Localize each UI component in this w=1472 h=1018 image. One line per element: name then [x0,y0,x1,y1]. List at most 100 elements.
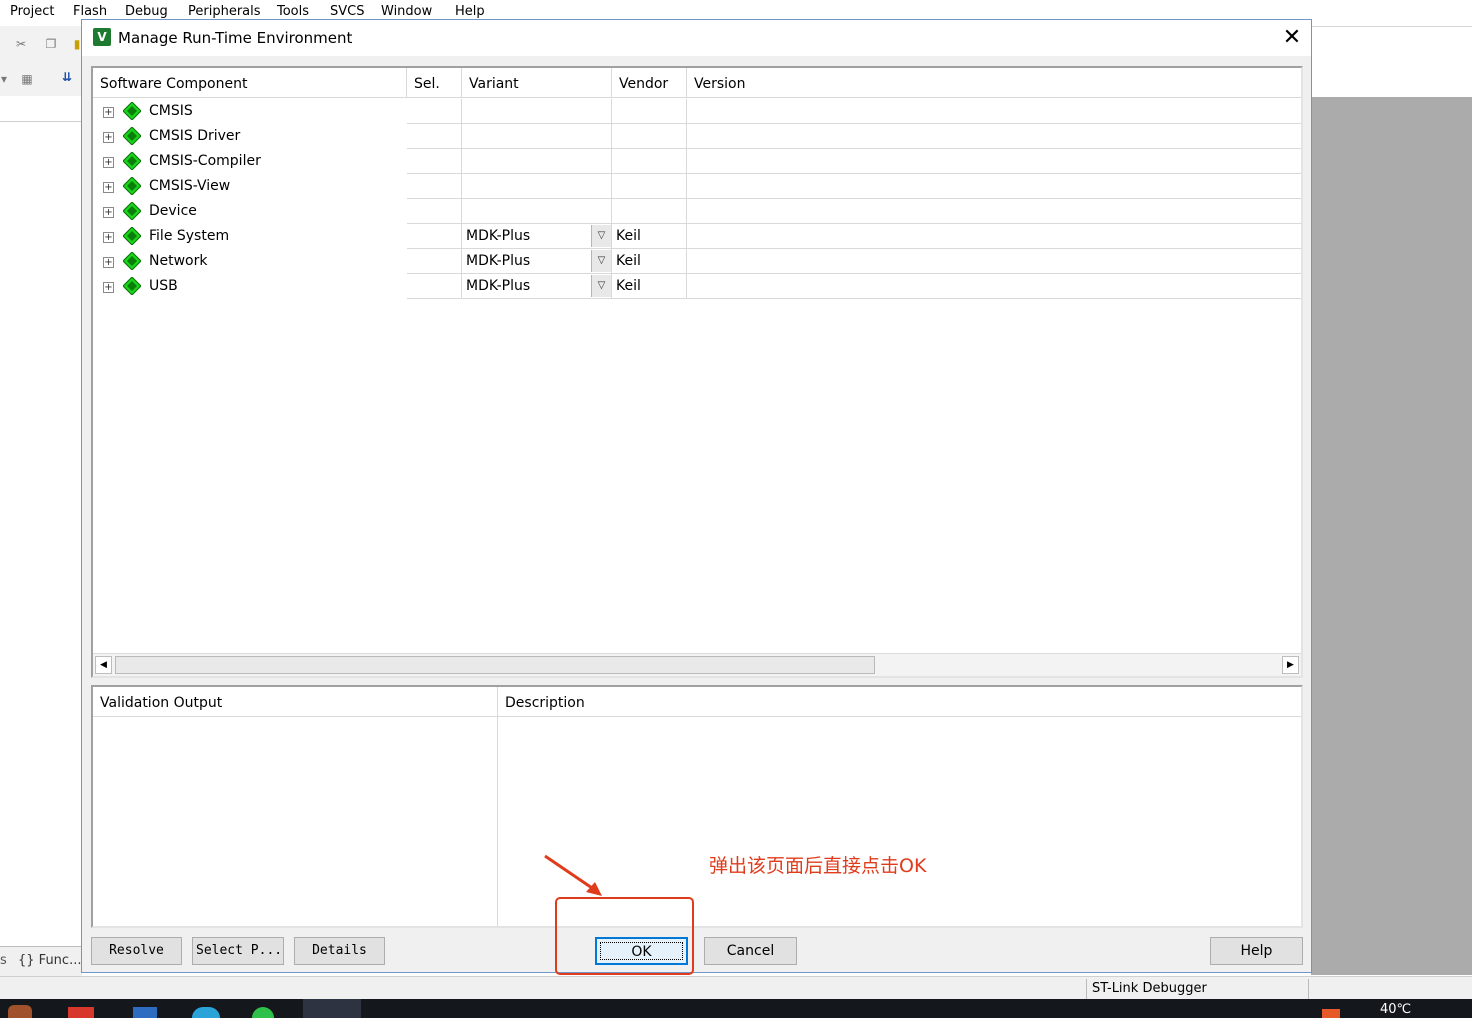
chevron-down-icon[interactable]: ▽ [591,250,611,272]
variant-value: MDK-Plus [466,253,531,269]
horizontal-scrollbar[interactable]: ◀ ▶ [93,653,1301,676]
expand-icon[interactable]: + [103,207,114,218]
taskbar-browser-icon[interactable] [192,1007,220,1018]
vendor-cell [612,199,687,224]
variant-combo[interactable]: MDK-Plus ▽ [462,224,612,249]
chevron-down-icon[interactable]: ▽ [591,225,611,247]
details-button[interactable]: Details [294,937,385,965]
taskbar-app-icon[interactable] [68,1007,94,1018]
version-cell [687,274,1301,299]
sel-cell[interactable] [407,274,462,299]
vendor-cell [612,124,687,149]
component-name: File System [149,228,230,244]
table-row[interactable]: + CMSIS Driver [93,124,1301,149]
menu-window[interactable]: Window [381,4,432,19]
expand-icon[interactable]: + [103,182,114,193]
table-row[interactable]: + CMSIS-View [93,174,1301,199]
manage-rte-dialog: V Manage Run-Time Environment ✕ Software… [81,19,1312,973]
vendor-cell [612,174,687,199]
taskbar-app-icon[interactable] [133,1007,157,1018]
taskbar-office-icon[interactable] [1322,1009,1340,1018]
expand-icon[interactable]: + [103,132,114,143]
tab-functions[interactable]: {} Func... [18,953,81,968]
col-header-version[interactable]: Version [687,68,1301,98]
annotation-highlight-box [555,897,694,975]
vendor-cell: Keil [612,274,687,299]
build-icon[interactable]: ▦ [18,70,36,88]
cancel-button[interactable]: Cancel [704,937,797,965]
component-name: Device [149,203,197,219]
sel-cell[interactable] [407,174,462,199]
validation-panel: Validation Output Description [91,685,1303,928]
sel-cell[interactable] [407,249,462,274]
expand-icon[interactable]: + [103,107,114,118]
menu-svcs[interactable]: SVCS [330,4,364,19]
taskbar-keil-icon[interactable] [303,999,361,1018]
vendor-cell: Keil [612,249,687,274]
variant-value: MDK-Plus [466,278,531,294]
copy-icon[interactable]: ❐ [42,35,60,53]
cut-icon[interactable]: ✂ [12,35,30,53]
scroll-right-icon[interactable]: ▶ [1282,656,1299,674]
resolve-button[interactable]: Resolve [91,937,182,965]
tree-node: + Device [93,199,407,224]
select-packs-button[interactable]: Select P... [192,937,284,965]
col-header-variant[interactable]: Variant [462,68,612,98]
version-cell [687,174,1301,199]
dialog-title: Manage Run-Time Environment [118,29,353,47]
sel-cell[interactable] [407,149,462,174]
dialog-titlebar: V Manage Run-Time Environment ✕ [82,20,1311,56]
variant-value: MDK-Plus [466,228,531,244]
menu-flash[interactable]: Flash [73,4,107,19]
sel-cell[interactable] [407,124,462,149]
component-name: Network [149,253,208,269]
scroll-left-icon[interactable]: ◀ [95,656,112,674]
sel-cell[interactable] [407,224,462,249]
status-debugger: ST-Link Debugger [1092,981,1207,996]
menu-help[interactable]: Help [455,4,485,19]
table-row[interactable]: + CMSIS-Compiler [93,149,1301,174]
dropdown-arrow-icon[interactable]: ▾ [0,70,8,88]
variant-combo[interactable]: MDK-Plus ▽ [462,274,612,299]
table-row[interactable]: + Network MDK-Plus ▽ Keil [93,249,1301,274]
sel-cell[interactable] [407,99,462,124]
menu-project[interactable]: Project [10,4,54,19]
tree-node: + CMSIS [93,99,407,124]
table-row[interactable]: + Device [93,199,1301,224]
component-gem-icon [123,152,141,170]
col-header-sel[interactable]: Sel. [407,68,462,98]
menu-tools[interactable]: Tools [277,4,309,19]
variant-combo[interactable]: MDK-Plus ▽ [462,249,612,274]
table-row[interactable]: + File System MDK-Plus ▽ Keil [93,224,1301,249]
sel-cell[interactable] [407,199,462,224]
component-name: CMSIS-View [149,178,231,194]
chevron-down-icon[interactable]: ▽ [591,275,611,297]
menu-debug[interactable]: Debug [125,4,168,19]
expand-icon[interactable]: + [103,282,114,293]
tree-node: + Network [93,249,407,274]
version-cell [687,249,1301,274]
status-separator [1086,979,1087,999]
table-row[interactable]: + USB MDK-Plus ▽ Keil [93,274,1301,299]
component-gem-icon [123,102,141,120]
component-grid: Software Component Sel. Variant Vendor V… [91,66,1303,678]
expand-icon[interactable]: + [103,257,114,268]
close-icon[interactable]: ✕ [1278,24,1306,52]
editor-toolbar-area [1311,26,1472,97]
taskbar-app-icon[interactable] [8,1005,32,1018]
expand-icon[interactable]: + [103,157,114,168]
status-bar: ST-Link Debugger [0,976,1472,999]
expand-icon[interactable]: + [103,232,114,243]
component-gem-icon [123,177,141,195]
col-header-vendor[interactable]: Vendor [612,68,687,98]
col-header-component[interactable]: Software Component [93,68,407,98]
variant-cell [462,174,612,199]
validation-output-header: Validation Output [93,687,497,717]
scroll-thumb[interactable] [115,656,875,674]
load-icon[interactable]: ⇊ [58,68,76,86]
menu-peripherals[interactable]: Peripherals [188,4,261,19]
taskbar-chat-icon[interactable] [252,1007,274,1018]
table-row[interactable]: + CMSIS [93,99,1301,124]
tab-prefix[interactable]: s [0,953,7,968]
help-button[interactable]: Help [1210,937,1303,965]
